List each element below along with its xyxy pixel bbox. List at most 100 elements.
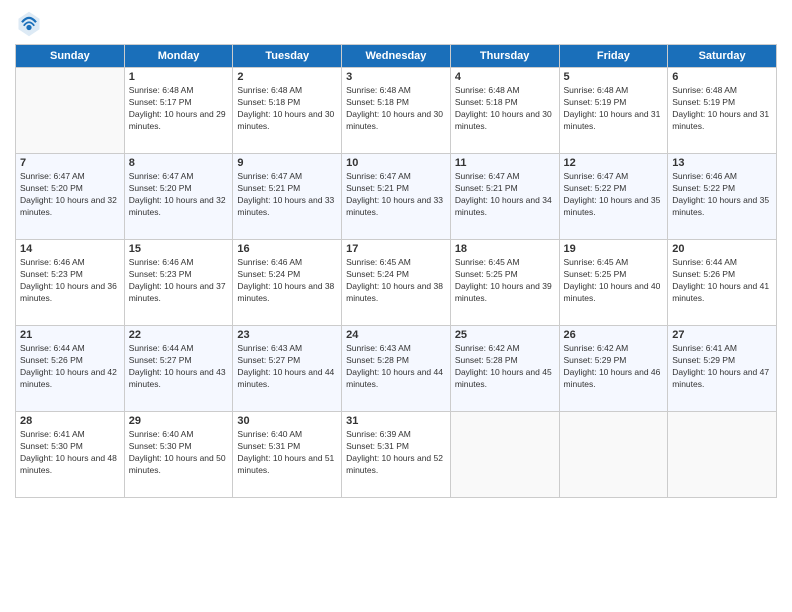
day-number: 25: [455, 329, 555, 341]
day-number: 30: [237, 415, 337, 427]
day-number: 24: [346, 329, 446, 341]
calendar-cell: 26 Sunrise: 6:42 AMSunset: 5:29 PMDayligh…: [559, 326, 668, 412]
day-info: Sunrise: 6:46 AMSunset: 5:23 PMDaylight:…: [129, 257, 229, 305]
calendar-table: SundayMondayTuesdayWednesdayThursdayFrid…: [15, 44, 777, 498]
day-info: Sunrise: 6:48 AMSunset: 5:18 PMDaylight:…: [237, 85, 337, 133]
day-number: 7: [20, 157, 120, 169]
calendar-cell: 9 Sunrise: 6:47 AMSunset: 5:21 PMDaylight…: [233, 154, 342, 240]
day-number: 14: [20, 243, 120, 255]
day-info: Sunrise: 6:47 AMSunset: 5:20 PMDaylight:…: [129, 171, 229, 219]
calendar-cell: 27 Sunrise: 6:41 AMSunset: 5:29 PMDayligh…: [668, 326, 777, 412]
day-info: Sunrise: 6:46 AMSunset: 5:22 PMDaylight:…: [672, 171, 772, 219]
calendar-cell: 24 Sunrise: 6:43 AMSunset: 5:28 PMDayligh…: [342, 326, 451, 412]
day-info: Sunrise: 6:47 AMSunset: 5:20 PMDaylight:…: [20, 171, 120, 219]
weekday-header-tuesday: Tuesday: [233, 45, 342, 68]
day-number: 17: [346, 243, 446, 255]
day-number: 22: [129, 329, 229, 341]
day-number: 21: [20, 329, 120, 341]
day-info: Sunrise: 6:48 AMSunset: 5:18 PMDaylight:…: [346, 85, 446, 133]
day-number: 26: [564, 329, 664, 341]
calendar-cell: 4 Sunrise: 6:48 AMSunset: 5:18 PMDaylight…: [450, 68, 559, 154]
calendar-cell: [559, 412, 668, 498]
day-number: 9: [237, 157, 337, 169]
day-number: 29: [129, 415, 229, 427]
calendar-cell: 7 Sunrise: 6:47 AMSunset: 5:20 PMDaylight…: [16, 154, 125, 240]
calendar-cell: 28 Sunrise: 6:41 AMSunset: 5:30 PMDayligh…: [16, 412, 125, 498]
calendar-cell: 25 Sunrise: 6:42 AMSunset: 5:28 PMDayligh…: [450, 326, 559, 412]
day-info: Sunrise: 6:41 AMSunset: 5:29 PMDaylight:…: [672, 343, 772, 391]
logo-icon: [15, 10, 43, 38]
logo: [15, 10, 47, 38]
day-number: 27: [672, 329, 772, 341]
day-info: Sunrise: 6:43 AMSunset: 5:27 PMDaylight:…: [237, 343, 337, 391]
calendar-cell: 10Sunrise: 6:47 AMSunset: 5:21 PMDayligh…: [342, 154, 451, 240]
day-info: Sunrise: 6:45 AMSunset: 5:25 PMDaylight:…: [455, 257, 555, 305]
calendar-week-row: 1 Sunrise: 6:48 AMSunset: 5:17 PMDaylight…: [16, 68, 777, 154]
day-info: Sunrise: 6:42 AMSunset: 5:29 PMDaylight:…: [564, 343, 664, 391]
calendar-cell: 3 Sunrise: 6:48 AMSunset: 5:18 PMDaylight…: [342, 68, 451, 154]
day-info: Sunrise: 6:47 AMSunset: 5:21 PMDaylight:…: [237, 171, 337, 219]
weekday-header-row: SundayMondayTuesdayWednesdayThursdayFrid…: [16, 45, 777, 68]
calendar-cell: 23 Sunrise: 6:43 AMSunset: 5:27 PMDayligh…: [233, 326, 342, 412]
day-number: 3: [346, 71, 446, 83]
calendar-week-row: 14 Sunrise: 6:46 AMSunset: 5:23 PMDayligh…: [16, 240, 777, 326]
calendar-cell: 1 Sunrise: 6:48 AMSunset: 5:17 PMDaylight…: [124, 68, 233, 154]
calendar-cell: 13Sunrise: 6:46 AMSunset: 5:22 PMDayligh…: [668, 154, 777, 240]
day-number: 12: [564, 157, 664, 169]
day-info: Sunrise: 6:44 AMSunset: 5:27 PMDaylight:…: [129, 343, 229, 391]
calendar-cell: 30 Sunrise: 6:40 AMSunset: 5:31 PMDayligh…: [233, 412, 342, 498]
day-info: Sunrise: 6:40 AMSunset: 5:30 PMDaylight:…: [129, 429, 229, 477]
calendar-week-row: 7 Sunrise: 6:47 AMSunset: 5:20 PMDaylight…: [16, 154, 777, 240]
day-info: Sunrise: 6:48 AMSunset: 5:19 PMDaylight:…: [564, 85, 664, 133]
day-number: 28: [20, 415, 120, 427]
day-info: Sunrise: 6:43 AMSunset: 5:28 PMDaylight:…: [346, 343, 446, 391]
weekday-header-saturday: Saturday: [668, 45, 777, 68]
calendar-cell: 16Sunrise: 6:46 AMSunset: 5:24 PMDayligh…: [233, 240, 342, 326]
calendar-cell: 19Sunrise: 6:45 AMSunset: 5:25 PMDayligh…: [559, 240, 668, 326]
calendar-cell: 11 Sunrise: 6:47 AMSunset: 5:21 PMDayligh…: [450, 154, 559, 240]
calendar-cell: 12 Sunrise: 6:47 AMSunset: 5:22 PMDayligh…: [559, 154, 668, 240]
calendar-cell: [668, 412, 777, 498]
day-info: Sunrise: 6:41 AMSunset: 5:30 PMDaylight:…: [20, 429, 120, 477]
day-info: Sunrise: 6:42 AMSunset: 5:28 PMDaylight:…: [455, 343, 555, 391]
calendar-cell: 29 Sunrise: 6:40 AMSunset: 5:30 PMDayligh…: [124, 412, 233, 498]
calendar-cell: 31 Sunrise: 6:39 AMSunset: 5:31 PMDayligh…: [342, 412, 451, 498]
day-number: 2: [237, 71, 337, 83]
day-number: 31: [346, 415, 446, 427]
day-info: Sunrise: 6:47 AMSunset: 5:21 PMDaylight:…: [455, 171, 555, 219]
day-info: Sunrise: 6:47 AMSunset: 5:22 PMDaylight:…: [564, 171, 664, 219]
calendar-cell: 8Sunrise: 6:47 AMSunset: 5:20 PMDaylight…: [124, 154, 233, 240]
page: SundayMondayTuesdayWednesdayThursdayFrid…: [0, 0, 792, 612]
day-info: Sunrise: 6:45 AMSunset: 5:24 PMDaylight:…: [346, 257, 446, 305]
weekday-header-friday: Friday: [559, 45, 668, 68]
day-info: Sunrise: 6:44 AMSunset: 5:26 PMDaylight:…: [672, 257, 772, 305]
calendar-cell: 6 Sunrise: 6:48 AMSunset: 5:19 PMDaylight…: [668, 68, 777, 154]
day-number: 6: [672, 71, 772, 83]
calendar-cell: 20 Sunrise: 6:44 AMSunset: 5:26 PMDayligh…: [668, 240, 777, 326]
day-number: 4: [455, 71, 555, 83]
calendar-cell: 18 Sunrise: 6:45 AMSunset: 5:25 PMDayligh…: [450, 240, 559, 326]
calendar-cell: 2 Sunrise: 6:48 AMSunset: 5:18 PMDaylight…: [233, 68, 342, 154]
day-info: Sunrise: 6:48 AMSunset: 5:18 PMDaylight:…: [455, 85, 555, 133]
weekday-header-sunday: Sunday: [16, 45, 125, 68]
calendar-cell: [16, 68, 125, 154]
day-info: Sunrise: 6:44 AMSunset: 5:26 PMDaylight:…: [20, 343, 120, 391]
weekday-header-monday: Monday: [124, 45, 233, 68]
day-number: 18: [455, 243, 555, 255]
weekday-header-thursday: Thursday: [450, 45, 559, 68]
day-info: Sunrise: 6:39 AMSunset: 5:31 PMDaylight:…: [346, 429, 446, 477]
day-info: Sunrise: 6:48 AMSunset: 5:19 PMDaylight:…: [672, 85, 772, 133]
calendar-cell: 22 Sunrise: 6:44 AMSunset: 5:27 PMDayligh…: [124, 326, 233, 412]
day-number: 23: [237, 329, 337, 341]
day-number: 20: [672, 243, 772, 255]
calendar-cell: 15 Sunrise: 6:46 AMSunset: 5:23 PMDayligh…: [124, 240, 233, 326]
day-number: 15: [129, 243, 229, 255]
calendar-cell: 14 Sunrise: 6:46 AMSunset: 5:23 PMDayligh…: [16, 240, 125, 326]
calendar-cell: 17 Sunrise: 6:45 AMSunset: 5:24 PMDayligh…: [342, 240, 451, 326]
day-number: 10: [346, 157, 446, 169]
day-number: 11: [455, 157, 555, 169]
day-info: Sunrise: 6:48 AMSunset: 5:17 PMDaylight:…: [129, 85, 229, 133]
day-info: Sunrise: 6:46 AMSunset: 5:23 PMDaylight:…: [20, 257, 120, 305]
day-number: 1: [129, 71, 229, 83]
day-info: Sunrise: 6:40 AMSunset: 5:31 PMDaylight:…: [237, 429, 337, 477]
